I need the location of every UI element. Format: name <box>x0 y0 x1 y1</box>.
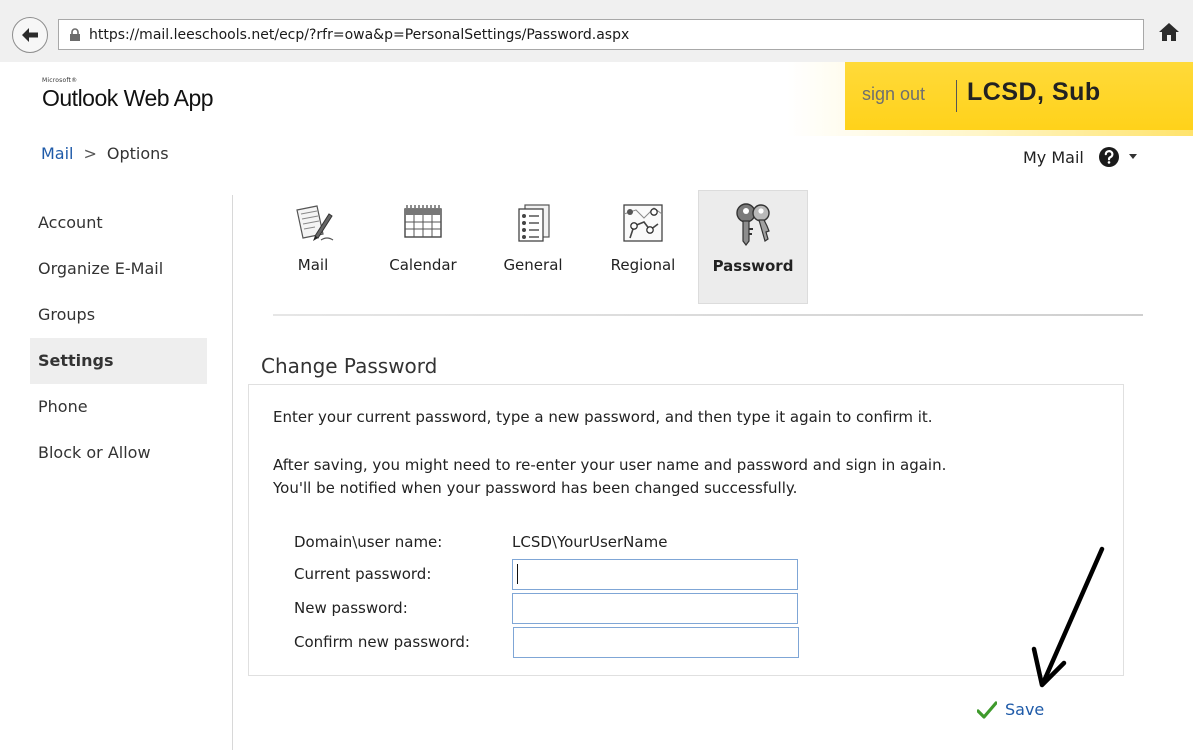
confirm-password-label: Confirm new password: <box>294 633 470 651</box>
options-sidebar: Account Organize E-Mail Groups Settings … <box>30 200 230 476</box>
domain-user-value: LCSD\YourUserName <box>512 533 668 551</box>
tab-regional[interactable]: Regional <box>588 190 698 304</box>
save-label: Save <box>1005 700 1045 719</box>
address-bar[interactable]: https://mail.leeschools.net/ecp/?rfr=owa… <box>58 19 1144 50</box>
sidebar-item-settings[interactable]: Settings <box>30 338 207 384</box>
keys-icon <box>730 201 776 251</box>
browser-toolbar: https://mail.leeschools.net/ecp/?rfr=owa… <box>0 0 1193 62</box>
new-password-label: New password: <box>294 599 408 617</box>
change-password-panel: Enter your current password, type a new … <box>248 384 1124 676</box>
lock-icon <box>69 28 81 41</box>
user-name: LCSD, Sub <box>967 78 1101 106</box>
tabs-divider <box>273 314 1143 316</box>
note-text-line-2: You'll be notified when your password ha… <box>273 479 798 497</box>
settings-tabs: Mail Calendar General Regional Password <box>258 190 1138 314</box>
save-button[interactable]: Save <box>977 700 1044 719</box>
owa-header: Microsoft® Outlook Web App sign out LCSD… <box>0 62 1193 136</box>
sidebar-item-phone[interactable]: Phone <box>30 384 230 430</box>
general-icon <box>511 200 555 248</box>
sign-out-link[interactable]: sign out <box>862 84 925 105</box>
tab-label: General <box>503 256 563 274</box>
outlook-web-app-logo: Microsoft® Outlook Web App <box>42 78 214 112</box>
sidebar-item-account[interactable]: Account <box>30 200 230 246</box>
app-name: Outlook Web App <box>42 85 214 111</box>
sidebar-item-groups[interactable]: Groups <box>30 292 230 338</box>
breadcrumb-current: Options <box>106 144 169 163</box>
confirm-password-field[interactable] <box>513 627 799 658</box>
breadcrumb: Mail > Options <box>41 144 169 163</box>
back-arrow-icon <box>22 28 38 42</box>
regional-icon <box>620 200 666 250</box>
home-icon[interactable] <box>1158 22 1180 42</box>
breadcrumb-mail-link[interactable]: Mail <box>41 144 74 163</box>
new-password-field[interactable] <box>512 593 798 624</box>
divider <box>956 80 957 112</box>
url-text: https://mail.leeschools.net/ecp/?rfr=owa… <box>89 26 630 43</box>
tab-label: Calendar <box>389 256 457 274</box>
sidebar-item-organize-email[interactable]: Organize E-Mail <box>30 246 230 292</box>
note-text-line-1: After saving, you might need to re-enter… <box>273 456 947 474</box>
domain-user-label: Domain\user name: <box>294 533 443 551</box>
annotation-arrow-icon <box>1031 546 1105 688</box>
text-cursor <box>517 564 518 584</box>
tab-general[interactable]: General <box>478 190 588 304</box>
section-title: Change Password <box>261 354 438 378</box>
help-icon[interactable] <box>1098 146 1120 168</box>
tab-password[interactable]: Password <box>698 190 808 304</box>
user-bar: sign out LCSD, Sub <box>845 62 1193 130</box>
my-mail-link[interactable]: My Mail <box>1023 148 1084 167</box>
sidebar-item-block-or-allow[interactable]: Block or Allow <box>30 430 230 476</box>
calendar-icon <box>401 200 445 248</box>
current-password-label: Current password: <box>294 565 432 583</box>
breadcrumb-separator: > <box>83 144 97 163</box>
tab-calendar[interactable]: Calendar <box>368 190 478 304</box>
instructions-text: Enter your current password, type a new … <box>273 408 933 426</box>
mail-settings-icon <box>291 200 335 248</box>
chevron-down-icon[interactable] <box>1128 154 1137 160</box>
tab-label: Regional <box>610 256 676 274</box>
tab-mail[interactable]: Mail <box>258 190 368 304</box>
tab-label: Password <box>712 257 794 275</box>
current-password-field[interactable] <box>512 559 798 590</box>
checkmark-icon <box>977 700 997 719</box>
tab-label: Mail <box>297 256 329 274</box>
sidebar-divider <box>232 195 233 750</box>
back-button[interactable] <box>12 17 48 53</box>
my-mail-area: My Mail <box>1023 146 1137 168</box>
